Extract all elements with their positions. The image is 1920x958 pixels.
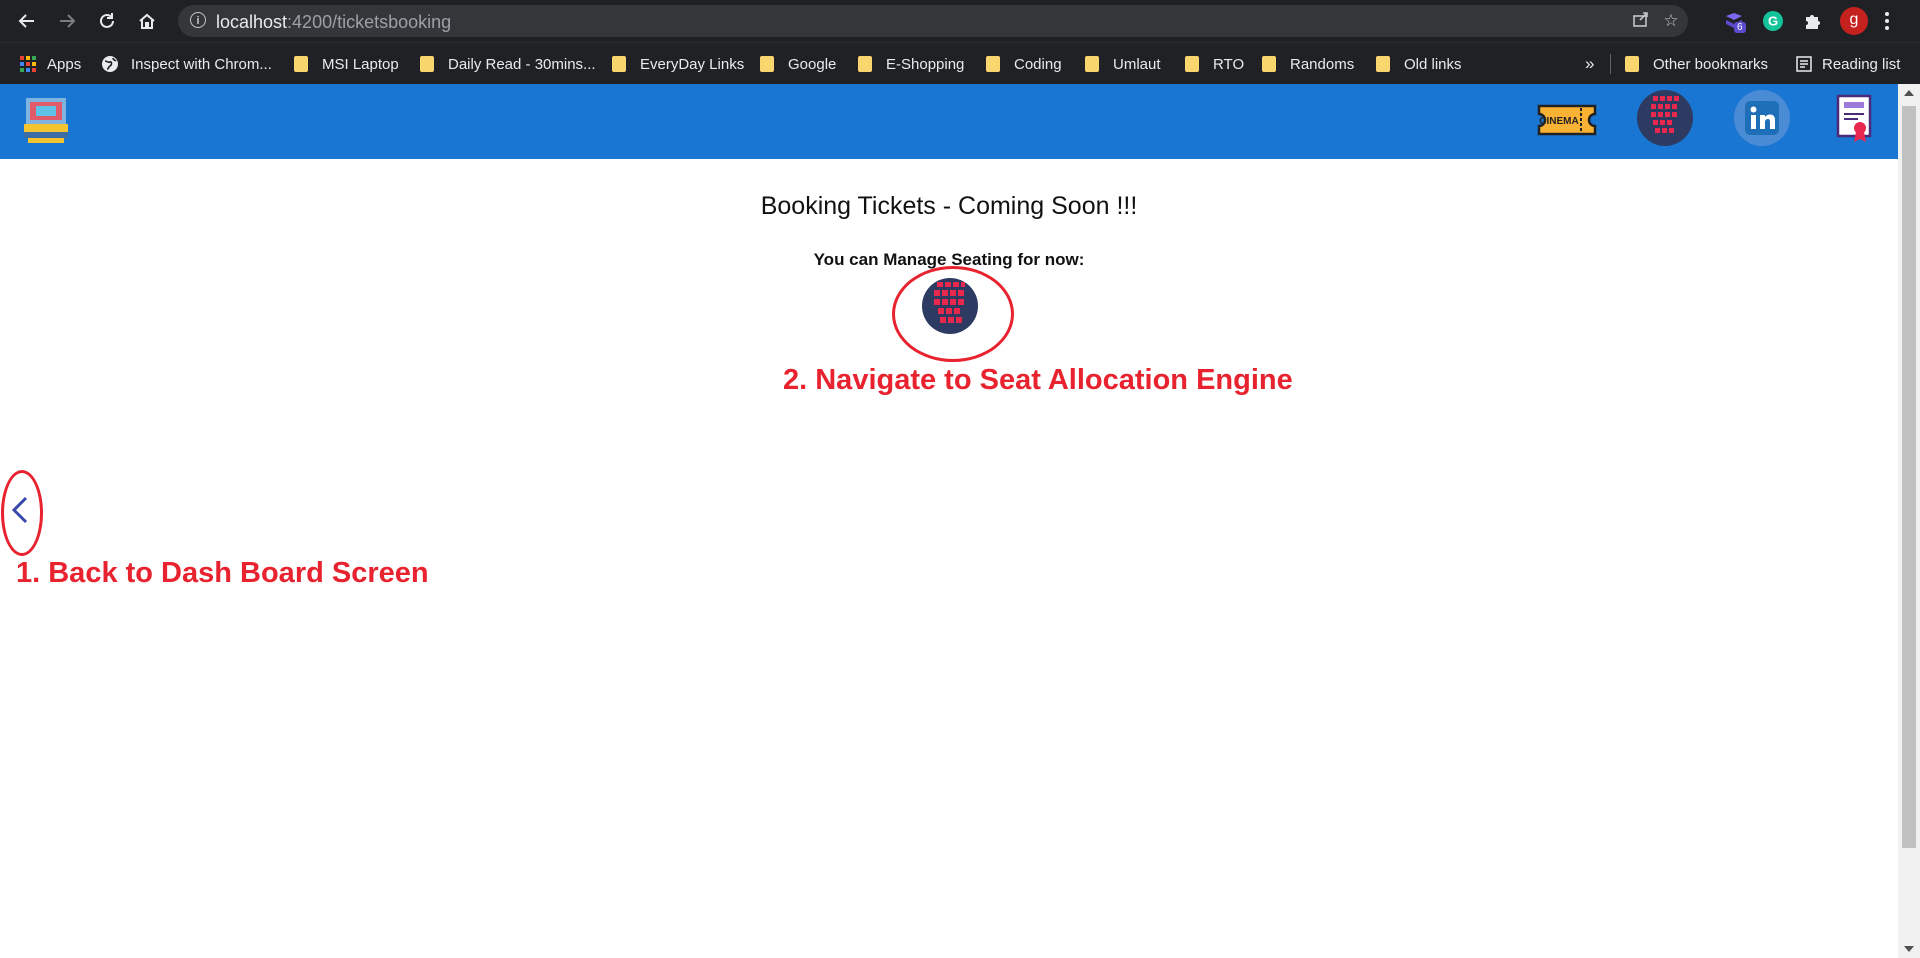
cinema-ticket-text: CINEMA bbox=[1539, 116, 1578, 127]
folder-icon bbox=[858, 56, 872, 72]
bookmarks-bar: Apps Inspect with Chrom... MSI Laptop Da… bbox=[0, 42, 1920, 84]
bookmark-msi-laptop[interactable]: MSI Laptop bbox=[294, 53, 399, 75]
bookmark-umlaut[interactable]: Umlaut bbox=[1085, 53, 1161, 75]
forward-icon[interactable] bbox=[53, 7, 81, 35]
bookmark-inspect[interactable]: Inspect with Chrom... bbox=[101, 53, 272, 75]
extension-badge-icon[interactable]: 6 bbox=[1722, 10, 1746, 33]
folder-icon bbox=[420, 56, 434, 72]
back-button-highlight bbox=[1, 470, 43, 556]
bookmark-randoms[interactable]: Randoms bbox=[1262, 53, 1354, 75]
apps-grid-icon bbox=[20, 56, 36, 72]
url-text: localhost:4200/ticketsbooking bbox=[216, 12, 452, 32]
back-icon[interactable] bbox=[13, 7, 41, 35]
folder-icon bbox=[1185, 56, 1199, 72]
bookmarks-divider bbox=[1610, 54, 1611, 74]
reload-icon[interactable] bbox=[93, 7, 121, 35]
address-bar[interactable]: i localhost:4200/ticketsbooking ☆ bbox=[178, 5, 1688, 37]
scroll-thumb[interactable] bbox=[1902, 106, 1916, 848]
star-icon[interactable]: ☆ bbox=[1660, 10, 1682, 32]
globe-icon bbox=[102, 56, 118, 72]
folder-icon bbox=[612, 56, 626, 72]
bookmark-daily-read[interactable]: Daily Read - 30mins... bbox=[420, 53, 596, 75]
seat-link-highlight bbox=[892, 266, 1014, 362]
bookmarks-overflow-button[interactable]: » bbox=[1585, 53, 1594, 75]
scroll-up-icon[interactable] bbox=[1904, 90, 1914, 96]
app-logo-icon[interactable] bbox=[20, 94, 72, 146]
extensions-icon[interactable] bbox=[1801, 10, 1823, 32]
bookmark-old-links[interactable]: Old links bbox=[1376, 53, 1462, 75]
site-info-icon[interactable]: i bbox=[190, 12, 206, 28]
folder-icon bbox=[1376, 56, 1390, 72]
seat-map-icon[interactable] bbox=[1637, 90, 1693, 146]
bookmark-google[interactable]: Google bbox=[760, 53, 836, 75]
scroll-down-icon[interactable] bbox=[1904, 946, 1914, 952]
share-icon[interactable] bbox=[1630, 10, 1652, 32]
cinema-ticket-icon[interactable]: CINEMA bbox=[1537, 98, 1597, 142]
bookmark-coding[interactable]: Coding bbox=[986, 53, 1062, 75]
extension-badge-count: 6 bbox=[1734, 22, 1746, 33]
folder-icon bbox=[1085, 56, 1099, 72]
home-icon[interactable] bbox=[133, 7, 161, 35]
page-scrollbar[interactable] bbox=[1898, 84, 1920, 958]
folder-icon bbox=[1625, 56, 1639, 72]
bookmark-e-shopping[interactable]: E-Shopping bbox=[858, 53, 964, 75]
folder-icon bbox=[986, 56, 1000, 72]
grammarly-icon[interactable]: G bbox=[1762, 10, 1784, 32]
bookmark-everyday-links[interactable]: EveryDay Links bbox=[612, 53, 744, 75]
seat-allocation-annotation: 2. Navigate to Seat Allocation Engine bbox=[783, 364, 1293, 396]
certificate-icon[interactable] bbox=[1836, 94, 1872, 144]
back-annotation: 1. Back to Dash Board Screen bbox=[16, 557, 429, 589]
linkedin-icon[interactable] bbox=[1734, 90, 1790, 146]
menu-icon[interactable] bbox=[1882, 10, 1904, 32]
bookmark-apps[interactable]: Apps bbox=[19, 53, 81, 75]
reading-list-icon bbox=[1796, 56, 1812, 72]
app-header: CINEMA bbox=[0, 84, 1898, 159]
folder-icon bbox=[760, 56, 774, 72]
bookmark-rto[interactable]: RTO bbox=[1185, 53, 1244, 75]
page-title: Booking Tickets - Coming Soon !!! bbox=[760, 192, 1138, 220]
folder-icon bbox=[1262, 56, 1276, 72]
folder-icon bbox=[294, 56, 308, 72]
profile-avatar[interactable]: g bbox=[1840, 7, 1868, 35]
svg-text:G: G bbox=[1768, 14, 1778, 29]
bookmark-other[interactable]: Other bookmarks bbox=[1625, 53, 1768, 75]
reading-list-button[interactable]: Reading list bbox=[1796, 53, 1900, 75]
browser-toolbar: i localhost:4200/ticketsbooking ☆ 6 G g bbox=[0, 0, 1920, 42]
